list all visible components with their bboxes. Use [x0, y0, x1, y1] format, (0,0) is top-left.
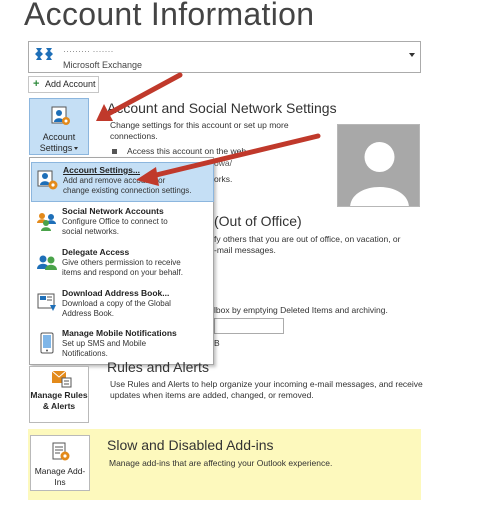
web-url-fragment[interactable]: owa/ — [214, 158, 232, 169]
bullet-icon — [112, 149, 117, 155]
rules-tile-label: Manage Rules & Alerts — [30, 390, 88, 411]
cleanup-desc: lbox by emptying Deleted Items and archi… — [214, 305, 388, 315]
account-settings-desc: Change settings for this account or set … — [110, 120, 289, 141]
account-settings-title: Account and Social Network Settings — [107, 100, 337, 116]
auto-replies-title: (Out of Office) — [214, 213, 302, 229]
addins-desc: Manage add-ins that are affecting your O… — [109, 458, 333, 468]
profile-picture[interactable] — [337, 124, 420, 207]
manage-addins-button[interactable]: Manage Add- Ins — [30, 435, 90, 491]
menu-item-account-settings[interactable]: Account Settings... Add and remove accou… — [31, 162, 214, 202]
mobile-icon — [40, 332, 54, 354]
rules-alerts-icon — [51, 370, 72, 388]
account-settings-tile-label: Account Settings — [30, 132, 88, 154]
page-title: Account Information — [24, 0, 315, 32]
menu-item-download-address-book[interactable]: Download Address Book... Download a copy… — [31, 286, 214, 326]
addins-title: Slow and Disabled Add-ins — [107, 437, 274, 453]
account-type: Microsoft Exchange — [63, 60, 143, 70]
menu-item-social-network[interactable]: Social Network Accounts Configure Office… — [31, 204, 214, 244]
plus-icon: + — [33, 78, 40, 90]
account-selector[interactable]: ········· ······· Microsoft Exchange — [28, 41, 421, 73]
add-account-button[interactable]: + Add Account — [28, 76, 99, 93]
dropdown-arrow-icon[interactable] — [409, 53, 415, 57]
mailbox-size-unit: B — [214, 338, 220, 348]
manage-rules-button[interactable]: Manage Rules & Alerts — [29, 366, 89, 423]
account-settings-menu: Account Settings... Add and remove accou… — [29, 157, 214, 365]
add-account-label: Add Account — [45, 79, 96, 89]
rules-title: Rules and Alerts — [107, 359, 209, 375]
rules-desc: Use Rules and Alerts to help organize yo… — [110, 379, 423, 400]
addins-tile-label: Manage Add- Ins — [34, 466, 86, 487]
addins-icon — [52, 442, 70, 461]
account-settings-icon — [51, 106, 70, 125]
account-email: ········· ······· — [63, 46, 114, 56]
addins-section: Manage Add- Ins Slow and Disabled Add-in… — [28, 429, 421, 500]
exchange-icon — [35, 48, 53, 60]
address-book-icon — [37, 293, 56, 311]
auto-replies-desc: fy others that you are out of office, on… — [214, 234, 401, 255]
caret-down-icon — [74, 147, 79, 151]
account-settings-icon — [37, 170, 58, 190]
web-access-bullet: Access this account on the web. — [112, 146, 248, 157]
social-network-icon — [37, 213, 56, 231]
mailbox-size-bar — [214, 318, 284, 334]
delegate-icon — [37, 255, 57, 270]
person-silhouette-icon — [350, 142, 409, 206]
social-fragment: orks. — [214, 174, 233, 184]
account-settings-button[interactable]: Account Settings — [29, 98, 89, 155]
menu-item-delegate-access[interactable]: Delegate Access Give others permission t… — [31, 245, 214, 285]
